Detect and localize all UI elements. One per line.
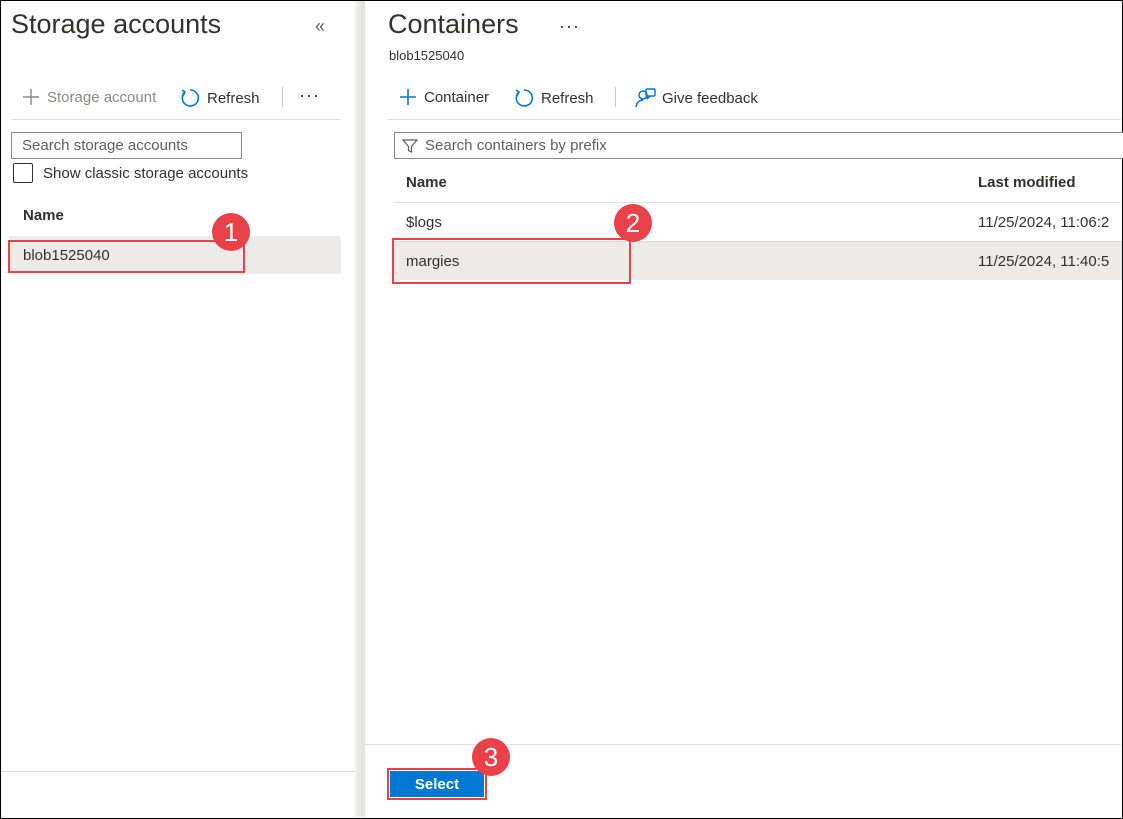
container-subtitle: blob1525040 (389, 48, 465, 63)
column-header-last-modified[interactable]: Last modified (978, 174, 1076, 191)
ellipsis-icon[interactable]: ··· (299, 85, 320, 106)
step-badge-3: 3 (472, 738, 510, 776)
containers-panel: Containers ··· blob1525040 Container Ref… (365, 1, 1123, 817)
column-header-name[interactable]: Name (406, 174, 447, 191)
toolbar-separator (11, 119, 341, 120)
step-badge-2: 2 (614, 204, 652, 242)
search-containers-placeholder: Search containers by prefix (425, 137, 607, 154)
container-last-modified: 11/25/2024, 11:06:2 (978, 214, 1110, 231)
column-header-name[interactable]: Name (23, 207, 64, 224)
give-feedback-button[interactable]: Give feedback (634, 87, 758, 109)
refresh-icon (181, 89, 200, 107)
footer-separator (1, 771, 355, 772)
toolbar-separator (387, 119, 1122, 120)
add-storage-account-button[interactable]: Storage account (21, 87, 156, 107)
search-storage-accounts-input[interactable]: Search storage accounts (11, 132, 242, 159)
plus-icon (23, 89, 39, 105)
refresh-label: Refresh (207, 89, 260, 107)
search-containers-input[interactable]: Search containers by prefix (394, 132, 1123, 159)
container-last-modified: 11/25/2024, 11:40:5 (978, 253, 1110, 270)
refresh-icon (515, 89, 534, 107)
storage-accounts-panel: Storage accounts « Storage account Refre… (1, 1, 355, 817)
show-classic-checkbox[interactable] (13, 163, 33, 183)
highlight-select (387, 768, 487, 800)
give-feedback-label: Give feedback (662, 89, 758, 107)
highlight-container (392, 238, 631, 284)
filter-icon (401, 138, 419, 153)
containers-title: Containers (388, 9, 519, 39)
feedback-icon (635, 88, 656, 108)
highlight-storage-account (8, 240, 245, 273)
page-title: Storage accounts (11, 9, 222, 39)
collapse-icon[interactable]: « (315, 16, 325, 37)
refresh-label: Refresh (541, 89, 594, 107)
table-row[interactable]: $logs 11/25/2024, 11:06:2 (394, 203, 1122, 241)
container-name: $logs (406, 214, 442, 231)
refresh-button[interactable]: Refresh (513, 87, 594, 109)
add-container-button[interactable]: Container (398, 87, 489, 107)
show-classic-label: Show classic storage accounts (43, 165, 249, 182)
step-badge-1: 1 (212, 213, 250, 251)
refresh-button[interactable]: Refresh (179, 87, 260, 109)
add-container-label: Container (424, 88, 490, 106)
add-storage-account-label: Storage account (47, 88, 157, 106)
search-storage-accounts-placeholder: Search storage accounts (22, 137, 188, 154)
ellipsis-icon[interactable]: ··· (559, 16, 580, 37)
panel-separator (355, 1, 365, 817)
plus-icon (400, 89, 416, 105)
toolbar-divider (282, 87, 283, 107)
toolbar-divider (615, 87, 616, 107)
